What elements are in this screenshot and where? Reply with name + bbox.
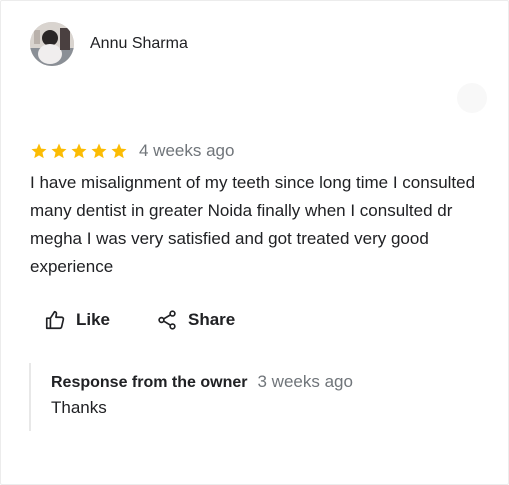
share-label: Share [188, 310, 236, 329]
like-button[interactable]: Like [44, 307, 110, 333]
share-icon [158, 310, 176, 330]
rating-row: 4 weeks ago [30, 140, 234, 162]
review-date: 4 weeks ago [139, 141, 235, 160]
review-text: I have misalignment of my teeth since lo… [30, 173, 476, 276]
avatar-photo-icon [30, 22, 74, 66]
star-icon [31, 143, 47, 159]
more-options-icon[interactable] [457, 83, 487, 113]
owner-response-title: Response from the owner [51, 374, 248, 391]
review-card: Annu Sharma 4 weeks ago I have misalignm… [0, 0, 509, 485]
avatar[interactable] [30, 22, 74, 66]
star-icon [111, 143, 127, 159]
star-icon [91, 143, 107, 159]
owner-response-text: Thanks [51, 398, 107, 417]
reviewer-name[interactable]: Annu Sharma [90, 35, 188, 53]
star-rating [30, 142, 128, 160]
owner-response-header: Response from the owner 3 weeks ago [51, 372, 469, 392]
like-label: Like [76, 310, 111, 329]
owner-response: Response from the owner 3 weeks ago Than… [29, 363, 469, 431]
share-button[interactable]: Share [156, 307, 235, 333]
star-icon [71, 143, 87, 159]
thumb-up-icon [45, 310, 65, 330]
star-icon [51, 143, 67, 159]
owner-response-date: 3 weeks ago [257, 372, 353, 391]
